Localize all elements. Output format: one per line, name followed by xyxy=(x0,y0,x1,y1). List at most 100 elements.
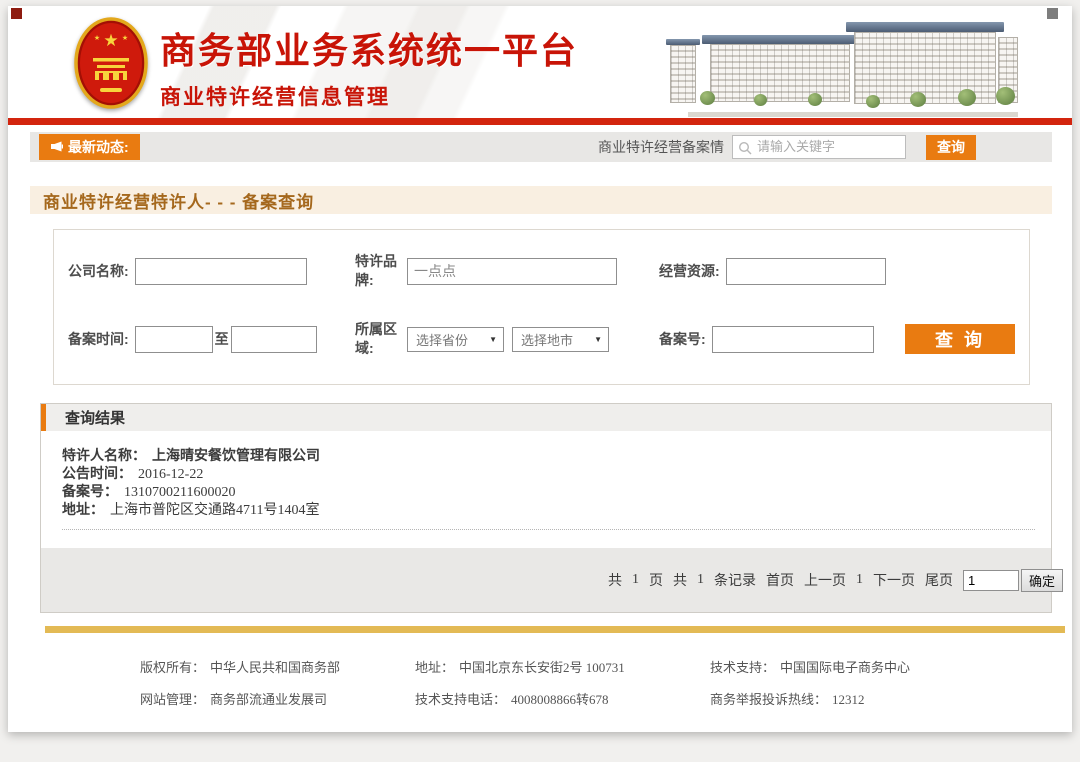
quick-search-label: 商业特许经营备案情 xyxy=(598,139,724,155)
search-icon xyxy=(738,141,752,155)
first-page-link[interactable]: 首页 xyxy=(766,570,794,590)
dotted-divider xyxy=(62,529,1035,530)
resource-label: 经营资源: xyxy=(659,263,720,279)
footer-support-phone: 技术支持电话： 4008008866转678 xyxy=(415,689,710,708)
filing-time-label: 备案时间: xyxy=(68,331,129,347)
page-title: 商业特许经营特许人- - - 备案查询 xyxy=(30,186,1052,214)
pagination: 共 1 页 共 1 条记录 首页 上一页 1 下一页 尾页 确定 xyxy=(41,548,1063,612)
page-number-link[interactable]: 1 xyxy=(856,572,863,588)
news-bar: 最新动态: 商业特许经营备案情 查询 xyxy=(30,132,1052,162)
record-total-prefix: 共 xyxy=(673,574,687,589)
resource-input[interactable] xyxy=(725,257,886,285)
brand-label: 特许品牌: xyxy=(355,253,397,288)
svg-text:★: ★ xyxy=(103,31,118,50)
footer-copyright: 版权所有： 中华人民共和国商务部 xyxy=(140,657,415,676)
svg-text:★: ★ xyxy=(122,34,128,42)
region-label: 所属区域: xyxy=(355,321,397,356)
form-row-2: 备案时间: 至 所属区域: 选择省份 ▼ 选择地市 ▼ 备案号: 查 询 xyxy=(60,320,1015,358)
footer-site-management: 网站管理： 商务部流通业发展司 xyxy=(140,689,415,708)
footer-column-3: 技术支持： 中国国际电子商务中心 商务举报投诉热线： 12312 xyxy=(710,657,910,708)
site-header: ★ ★ ★ 商务部业务系统统一平台 商业特许经营信息管理 xyxy=(8,6,1072,118)
header-titles: 商务部业务系统统一平台 商业特许经营信息管理 xyxy=(160,22,578,111)
latest-news-badge[interactable]: 最新动态: xyxy=(39,134,140,160)
site-footer: 版权所有： 中华人民共和国商务部 网站管理： 商务部流通业发展司 地址： 中国北京东长… xyxy=(8,633,1072,708)
query-button[interactable]: 查 询 xyxy=(905,324,1015,354)
latest-news-label: 最新动态: xyxy=(68,139,129,155)
prev-page-link[interactable]: 上一页 xyxy=(804,570,846,590)
brand-input[interactable] xyxy=(407,257,617,285)
record-filing-value: 1310700211600020 xyxy=(124,485,236,500)
province-select-value: 选择省份 xyxy=(416,332,469,348)
footer-address: 地址： 中国北京东长安街2号 100731 xyxy=(415,657,710,676)
support-value: 中国国际电子商务中心 xyxy=(780,660,911,675)
sitemgmt-value: 商务部流通业发展司 xyxy=(210,692,328,707)
filing-time-to-input[interactable] xyxy=(230,325,317,353)
city-select-value: 选择地市 xyxy=(521,332,574,348)
page-unit: 页 xyxy=(649,574,663,589)
result-record: 特许人名称： 上海晴安餐饮管理有限公司 公告时间： 2016-12-22 备案号： 1… xyxy=(41,431,1051,540)
results-header: 查询结果 xyxy=(41,404,1051,431)
record-count: 1 xyxy=(697,572,704,587)
footer-address-value: 中国北京东长安街2号 100731 xyxy=(459,660,625,675)
quick-search-input[interactable] xyxy=(733,136,905,158)
company-name-input[interactable] xyxy=(134,257,307,285)
city-select[interactable]: 选择地市 ▼ xyxy=(512,326,609,352)
form-row-1: 公司名称: 特许品牌: 经营资源: xyxy=(60,252,1015,290)
results-panel: 查询结果 特许人名称： 上海晴安餐饮管理有限公司 公告时间： 2016-12-22 … xyxy=(40,403,1063,613)
record-address-label: 地址： xyxy=(62,503,104,518)
quick-search-area: 商业特许经营备案情 查询 xyxy=(598,134,976,160)
goto-confirm-button[interactable]: 确定 xyxy=(1021,568,1063,592)
franchisor-name-value: 上海晴安餐饮管理有限公司 xyxy=(152,449,320,464)
footer-column-2: 地址： 中国北京东长安街2号 100731 技术支持电话： 4008008866转6… xyxy=(415,657,710,708)
search-form: 公司名称: 特许品牌: 经营资源: 备案时间: 至 所属区域: xyxy=(53,229,1030,385)
quick-search-box xyxy=(732,135,906,159)
svg-text:★: ★ xyxy=(94,34,100,42)
record-address-value: 上海市普陀区交通路4711号1404室 xyxy=(110,503,320,518)
record-unit: 条记录 xyxy=(714,574,756,589)
footer-address-label: 地址： xyxy=(415,660,455,675)
province-select[interactable]: 选择省份 ▼ xyxy=(407,326,504,352)
announce-date-value: 2016-12-22 xyxy=(138,467,204,482)
last-page-link[interactable]: 尾页 xyxy=(925,570,953,590)
result-date-line: 公告时间： 2016-12-22 xyxy=(62,466,1035,484)
result-name-line: 特许人名称： 上海晴安餐饮管理有限公司 xyxy=(62,448,1035,466)
copyright-label: 版权所有： xyxy=(140,660,206,675)
header-divider-bar xyxy=(8,118,1072,125)
megaphone-icon xyxy=(51,141,63,152)
hotline-label: 商务举报投诉热线： xyxy=(710,692,828,707)
results-title: 查询结果 xyxy=(65,410,126,427)
chevron-down-icon: ▼ xyxy=(489,334,497,344)
filing-number-input[interactable] xyxy=(711,325,874,353)
to-label: 至 xyxy=(214,331,229,347)
record-filing-label: 备案号： xyxy=(62,485,118,500)
header-corner-decoration-right xyxy=(1047,8,1058,19)
next-page-link[interactable]: 下一页 xyxy=(873,570,915,590)
page-count: 1 xyxy=(632,572,639,587)
mofcom-building-illustration xyxy=(658,15,1020,117)
filing-time-from-input[interactable] xyxy=(134,325,213,353)
hotline-value: 12312 xyxy=(832,692,865,707)
site-container: ★ ★ ★ 商务部业务系统统一平台 商业特许经营信息管理 最新动态: 商业特许经… xyxy=(8,6,1072,732)
support-label: 技术支持： xyxy=(710,660,776,675)
quick-search-button[interactable]: 查询 xyxy=(926,134,976,160)
footer-divider-bar xyxy=(45,626,1065,633)
footer-hotline: 商务举报投诉热线： 12312 xyxy=(710,689,910,708)
company-name-label: 公司名称: xyxy=(68,263,129,279)
result-address-line: 地址： 上海市普陀区交通路4711号1404室 xyxy=(62,502,1035,520)
copyright-value: 中华人民共和国商务部 xyxy=(210,660,341,675)
site-subtitle: 商业特许经营信息管理 xyxy=(160,86,390,109)
national-emblem-icon: ★ ★ ★ xyxy=(72,15,150,111)
phone-label: 技术支持电话： xyxy=(415,692,507,707)
franchisor-name-label: 特许人名称： xyxy=(62,449,146,464)
footer-column-1: 版权所有： 中华人民共和国商务部 网站管理： 商务部流通业发展司 xyxy=(140,657,415,708)
announce-date-label: 公告时间： xyxy=(62,467,132,482)
phone-value: 4008008866转678 xyxy=(511,692,609,707)
header-corner-decoration-left xyxy=(11,8,22,19)
accent-bar xyxy=(41,404,46,431)
chevron-down-icon: ▼ xyxy=(594,334,602,344)
filing-number-label: 备案号: xyxy=(659,331,706,347)
goto-page-input[interactable] xyxy=(963,569,1019,591)
page-total-prefix: 共 xyxy=(608,574,622,589)
result-filing-line: 备案号： 1310700211600020 xyxy=(62,484,1035,502)
sitemgmt-label: 网站管理： xyxy=(140,692,206,707)
